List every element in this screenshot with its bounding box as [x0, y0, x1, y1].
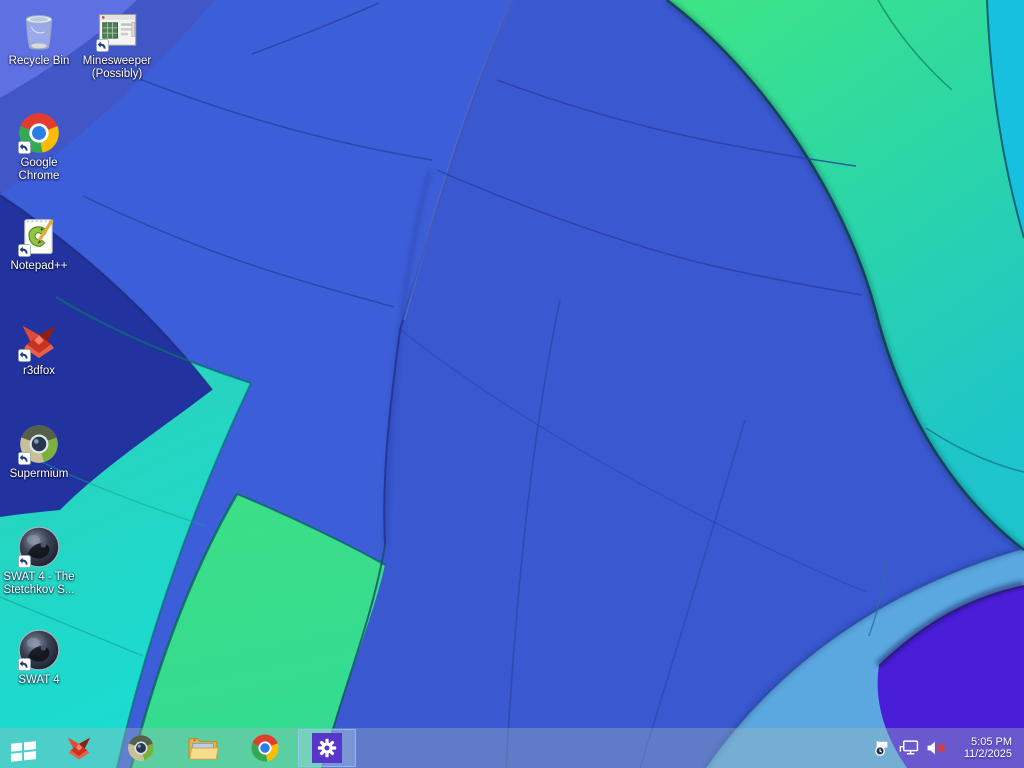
icon-label: SWAT 4 - The Stetchkov S...	[3, 571, 75, 596]
volume-button[interactable]	[926, 728, 947, 768]
supermium-icon	[16, 421, 62, 467]
taskbar-button-google-chrome[interactable]	[234, 728, 296, 768]
desktop-icon-supermium[interactable]: Supermium	[0, 421, 78, 481]
desktop: Recycle Bin Minesweeper (Possibly) Googl…	[0, 0, 1024, 768]
taskbar-button-supermium[interactable]	[110, 728, 172, 768]
shortcut-arrow-icon	[18, 244, 31, 257]
shortcut-arrow-icon	[18, 349, 31, 362]
r3dfox-icon	[67, 737, 91, 760]
taskbar-button-settings-active[interactable]	[298, 729, 356, 767]
file-explorer-icon	[188, 738, 219, 760]
clock-time: 5:05 PM	[971, 735, 1012, 748]
icon-label: Google Chrome	[18, 157, 60, 182]
taskbar-button-r3dfox[interactable]	[48, 728, 110, 768]
icon-label: Supermium	[9, 468, 69, 480]
taskbar-clock[interactable]: 5:05 PM 11/2/2025	[964, 736, 1012, 761]
shortcut-arrow-icon	[18, 555, 31, 568]
icon-label: r3dfox	[23, 365, 55, 377]
desktop-icon-r3dfox[interactable]: r3dfox	[0, 318, 78, 378]
shortcut-arrow-icon	[18, 452, 31, 465]
shortcut-arrow-icon	[18, 658, 31, 671]
icon-label: SWAT 4	[18, 674, 60, 686]
chrome-icon	[251, 734, 279, 762]
settings-gear-icon	[317, 738, 337, 758]
swat4-stetchkov-icon	[16, 524, 62, 570]
swat4-icon	[16, 627, 62, 673]
desktop-icon-recycle-bin[interactable]: Recycle Bin	[0, 8, 78, 68]
taskbar: 5:05 PM 11/2/2025	[0, 728, 1024, 768]
recycle-bin-icon	[16, 8, 62, 54]
clock-date: 11/2/2025	[963, 748, 1012, 760]
shortcut-arrow-icon	[96, 39, 109, 52]
icon-label: Notepad++	[10, 260, 68, 272]
chrome-icon	[16, 110, 62, 156]
volume-muted-icon	[927, 741, 945, 755]
desktop-icons: Recycle Bin Minesweeper (Possibly) Googl…	[0, 0, 1024, 768]
r3dfox-icon	[16, 318, 62, 364]
icon-label: Recycle Bin	[8, 55, 70, 67]
shortcut-arrow-icon	[18, 141, 31, 154]
notepad-plus-plus-icon	[16, 213, 62, 259]
settings-tile	[312, 733, 342, 763]
desktop-icon-google-chrome[interactable]: Google Chrome	[0, 110, 78, 183]
desktop-icon-notepad-plus-plus[interactable]: Notepad++	[0, 213, 78, 273]
system-tray: 5:05 PM 11/2/2025	[874, 728, 1024, 768]
windows-start-icon	[11, 741, 36, 762]
desktop-icon-swat4[interactable]: SWAT 4	[0, 627, 78, 687]
start-button[interactable]	[0, 728, 48, 768]
icon-label: Minesweeper (Possibly)	[82, 55, 152, 80]
supermium-icon	[128, 735, 154, 761]
desktop-icon-swat4-stetchkov[interactable]: SWAT 4 - The Stetchkov S...	[0, 524, 78, 597]
action-center-flag-icon	[874, 741, 888, 756]
minesweeper-icon	[94, 8, 140, 54]
network-wired-icon	[899, 740, 919, 755]
action-center-button[interactable]	[874, 728, 892, 768]
network-button[interactable]	[899, 728, 919, 768]
desktop-icon-minesweeper[interactable]: Minesweeper (Possibly)	[78, 8, 156, 81]
taskbar-button-file-explorer[interactable]	[172, 728, 234, 768]
